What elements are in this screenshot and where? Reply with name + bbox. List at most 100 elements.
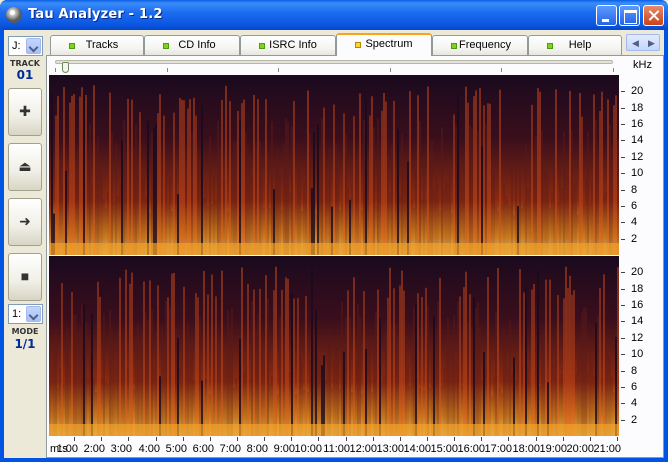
frequency-tick [621,354,625,355]
frequency-tick-label: 2 [631,233,638,245]
frequency-tick-label: 14 [631,315,644,327]
time-tick-label: 19:00 [539,443,567,455]
maximize-button[interactable] [619,5,640,26]
time-tick-label: 17:00 [484,443,512,455]
chevron-right-icon[interactable]: ▶ [644,37,659,49]
time-tick-label: 18:00 [512,443,540,455]
frequency-tick [621,403,625,404]
eject-icon: ⏏ [18,158,32,174]
track-number: 01 [16,68,34,82]
time-tick [156,437,157,441]
time-tick-label: 3:00 [110,443,132,455]
drive-select-value: J: [12,40,21,52]
time-tick-label: 13:00 [376,443,404,455]
add-button[interactable]: ✚ [8,88,42,136]
frequency-axis-top: 20 18 16 14 12 10 8 6 4 2 [621,75,663,255]
position-slider[interactable] [55,60,613,73]
stop-button[interactable]: ■ [8,253,42,301]
frequency-tick [621,173,625,174]
frequency-tick [621,272,625,273]
frequency-tick [621,190,625,191]
mode-select[interactable]: 1: [8,304,43,324]
time-tick-label: 12:00 [349,443,377,455]
spectrogram-right-image [49,256,619,436]
client-area: J: TRACK 01 ✚ ⏏ ➜ ■ 1: MODE 1/1 Tracks C… [4,30,664,458]
chevron-down-icon[interactable] [26,306,41,322]
time-tick-label: 1:00 [56,443,78,455]
time-tick [427,437,428,441]
time-tick [536,437,537,441]
stop-icon: ■ [20,268,30,284]
drive-select[interactable]: J: [8,36,43,56]
title-bar[interactable]: Tau Analyzer - 1.2 [0,0,668,30]
tab-isrc-info[interactable]: ISRC Info [240,35,336,55]
time-tick-label: 4:00 [138,443,160,455]
frequency-tick-label: 12 [631,151,644,163]
time-tick [454,437,455,441]
time-tick [183,437,184,441]
time-tick [318,437,319,441]
spectrum-panel: kHz 20 18 16 14 12 10 8 6 4 2 20 18 16 14 12 10 8 6 4 2 m:… [46,55,664,458]
tab-label: Spectrum [365,38,413,50]
time-tick [346,437,347,441]
time-tick [264,437,265,441]
mode-select-value: 1: [12,308,22,320]
time-tick [74,437,75,441]
tab-label: Frequency [459,39,511,51]
tab-label: Tracks [85,39,119,51]
time-tick-label: 5:00 [165,443,187,455]
tab-spectrum[interactable]: Spectrum [336,33,432,56]
close-button[interactable] [643,5,664,26]
time-tick [617,437,618,441]
frequency-tick-label: 4 [631,397,638,409]
spectrogram-left-channel [49,75,619,255]
tab-tracks[interactable]: Tracks [50,35,144,55]
frequency-tick-label: 6 [631,200,638,212]
frequency-tick-label: 14 [631,134,644,146]
time-tick [210,437,211,441]
frequency-tick-label: 6 [631,381,638,393]
frequency-tick [621,289,625,290]
mode-value: 1/1 [14,337,36,351]
frequency-tick [621,321,625,322]
time-tick [508,437,509,441]
slider-tick [167,68,168,72]
frequency-tick [621,157,625,158]
time-tick [101,437,102,441]
minimize-button[interactable] [596,5,617,26]
tab-frequency[interactable]: Frequency [432,35,528,55]
time-tick-label: 16:00 [457,443,485,455]
eject-button[interactable]: ⏏ [8,143,42,191]
chevron-down-icon[interactable] [26,38,41,54]
tab-cd-info[interactable]: CD Info [144,35,240,55]
frequency-tick [621,222,625,223]
time-tick [590,437,591,441]
slider-thumb[interactable] [62,62,69,73]
play-button[interactable]: ➜ [8,198,42,246]
app-window: Tau Analyzer - 1.2 J: TRACK 01 ✚ ⏏ ➜ ■ 1… [0,0,668,462]
tab-label: ISRC Info [269,39,317,51]
frequency-tick [621,305,625,306]
frequency-tick [621,91,625,92]
slider-tick [390,68,391,72]
time-tick-label: 2:00 [83,443,105,455]
frequency-tick [621,108,625,109]
time-tick-label: 21:00 [593,443,621,455]
frequency-tick-label: 12 [631,332,644,344]
cd-disc-icon [6,7,22,23]
tab-label: Help [568,39,592,51]
spectrogram-right-channel [49,256,619,436]
time-tick [128,437,129,441]
time-tick-label: 8:00 [246,443,268,455]
mode-label: MODE [11,327,39,336]
tab-help[interactable]: Help [528,35,622,55]
time-tick [563,437,564,441]
time-tick-label: 20:00 [566,443,594,455]
frequency-tick [621,420,625,421]
time-tick-label: 11:00 [323,443,350,455]
chevron-left-icon[interactable]: ◀ [628,37,643,49]
frequency-tick-label: 4 [631,216,638,228]
frequency-tick [621,338,625,339]
time-tick-label: 6:00 [192,443,214,455]
time-tick [481,437,482,441]
